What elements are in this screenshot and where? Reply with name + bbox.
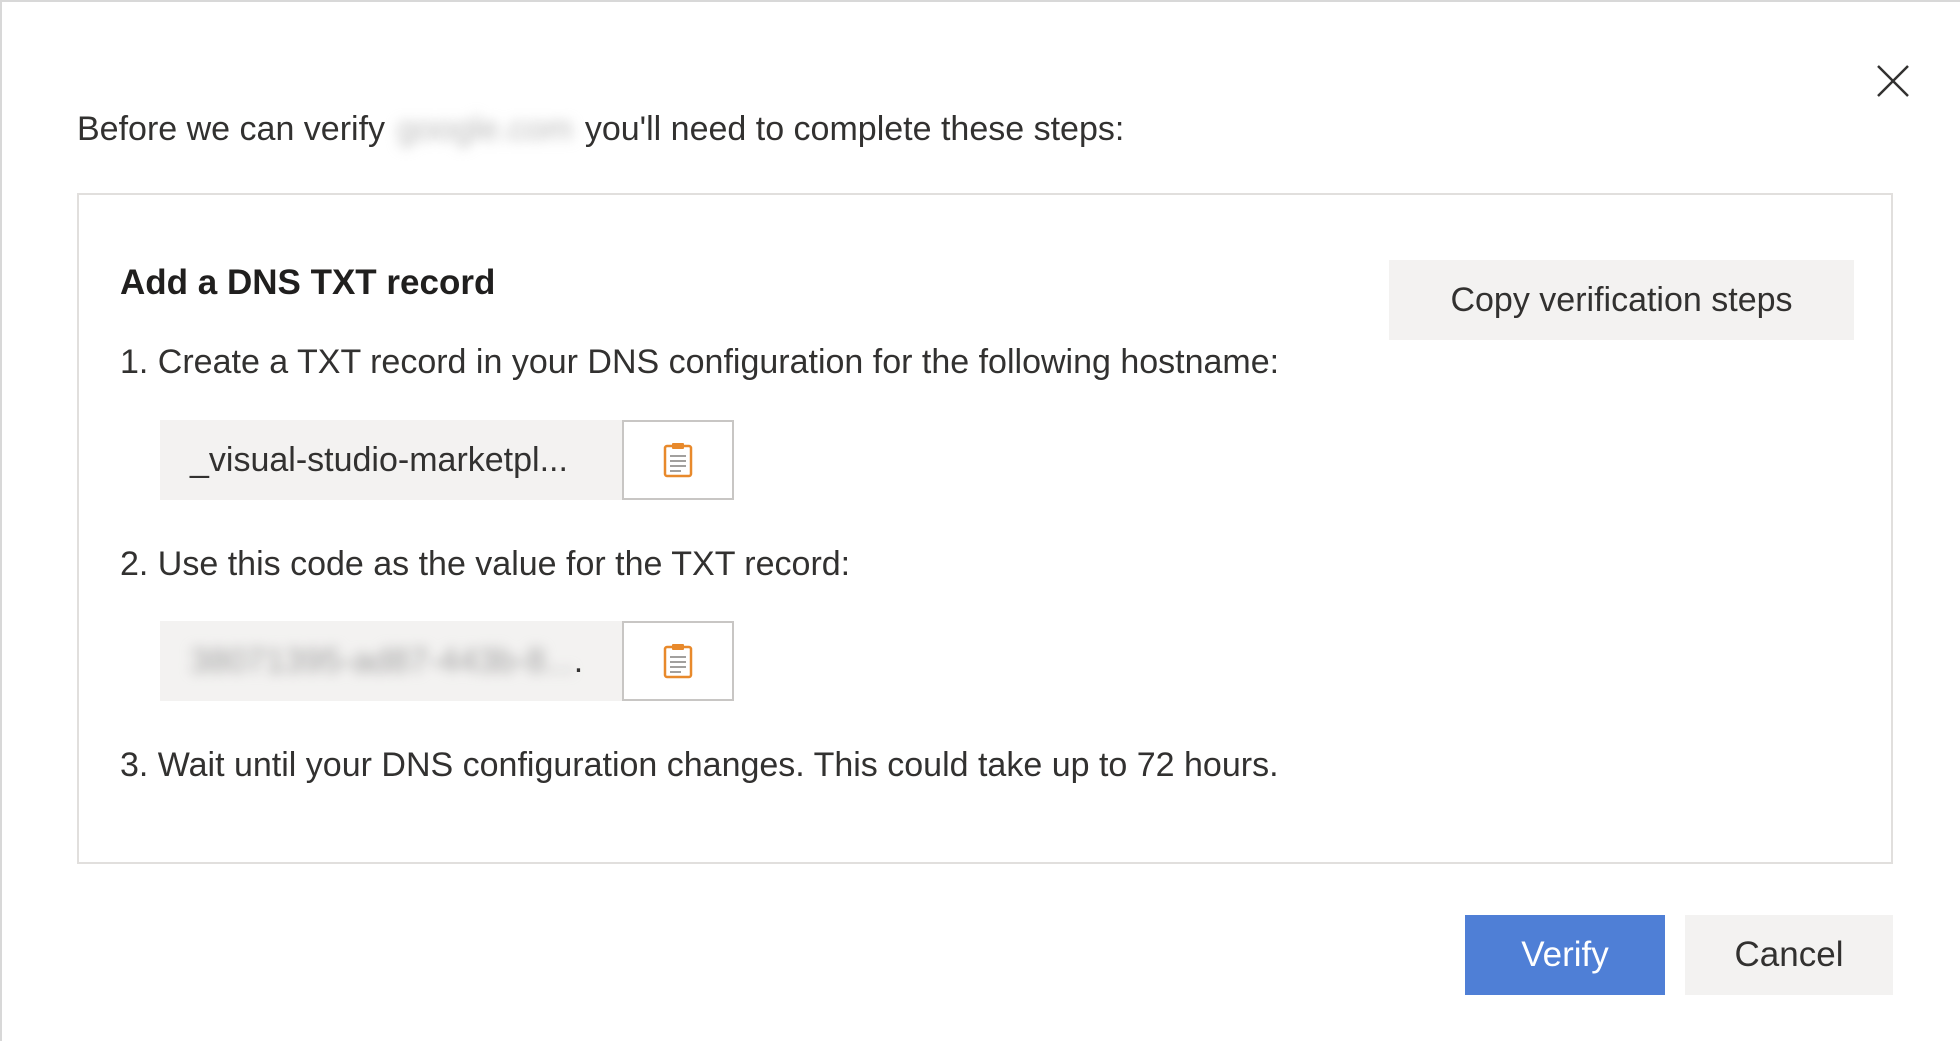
code-suffix: . <box>573 642 584 680</box>
intro-before: Before we can verify <box>77 110 386 148</box>
step-1-text: 1. Create a TXT record in your DNS confi… <box>120 343 1280 381</box>
dns-steps-panel: Add a DNS TXT record Copy verification s… <box>77 193 1893 864</box>
copy-verification-steps-button[interactable]: Copy verification steps <box>1389 260 1854 340</box>
panel-title: Add a DNS TXT record <box>120 263 496 302</box>
code-value: 38071395-ad87-443b-8... <box>190 642 574 680</box>
step-3-text: 3. Wait until your DNS configuration cha… <box>120 746 1279 784</box>
verify-button[interactable]: Verify <box>1465 915 1665 995</box>
domain-name: google.com <box>397 110 573 148</box>
cancel-button[interactable]: Cancel <box>1685 915 1893 995</box>
hostname-value: _visual-studio-marketpl... <box>190 441 568 479</box>
hostname-row: _visual-studio-marketpl... <box>160 420 734 500</box>
close-button[interactable] <box>1868 56 1918 106</box>
clipboard-icon <box>663 644 693 679</box>
copy-code-button[interactable] <box>622 621 734 701</box>
close-icon <box>1877 65 1909 97</box>
hostname-field[interactable]: _visual-studio-marketpl... <box>160 420 622 500</box>
code-row: 38071395-ad87-443b-8.... <box>160 621 734 701</box>
clipboard-icon <box>663 443 693 478</box>
intro-text: Before we can verify google.com you'll n… <box>77 110 1124 149</box>
copy-hostname-button[interactable] <box>622 420 734 500</box>
code-field[interactable]: 38071395-ad87-443b-8.... <box>160 621 622 701</box>
intro-after: you'll need to complete these steps: <box>584 110 1125 148</box>
verification-dialog: Before we can verify google.com you'll n… <box>0 0 1960 1041</box>
step-2-text: 2. Use this code as the value for the TX… <box>120 545 851 583</box>
